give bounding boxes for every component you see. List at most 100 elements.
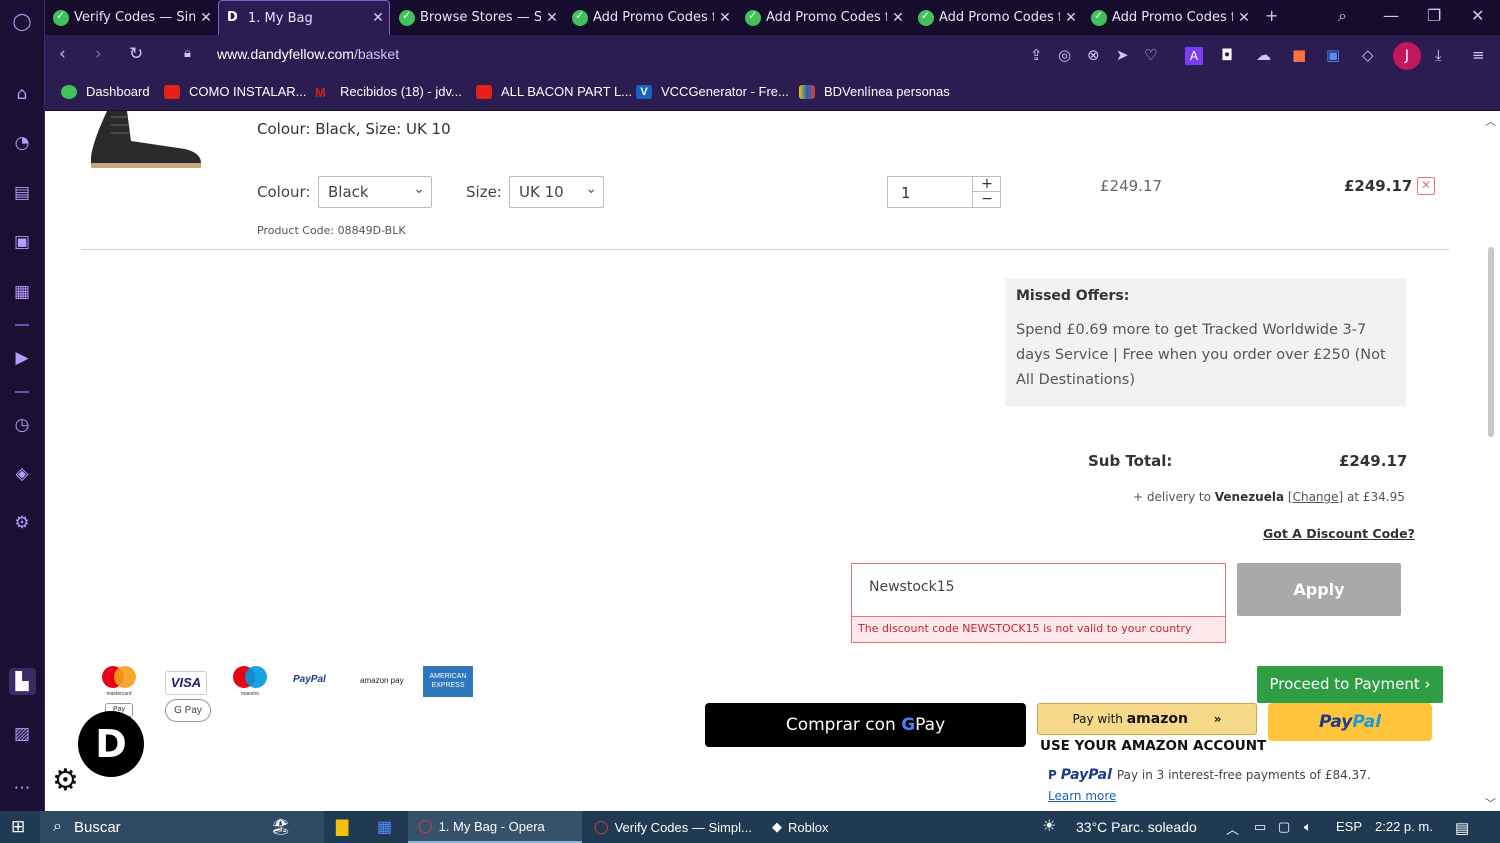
- tab-add-promo-4[interactable]: Add Promo Codes f ✕: [1083, 0, 1255, 35]
- discount-code-link[interactable]: Got A Discount Code?: [1263, 526, 1415, 541]
- heart-icon[interactable]: ♡: [1144, 46, 1157, 64]
- settings-icon[interactable]: ⚙: [11, 512, 33, 534]
- send-icon[interactable]: ➤: [1116, 46, 1129, 64]
- taskbar-app-roblox[interactable]: ◆ Roblox: [762, 811, 882, 843]
- tab-bar: Verify Codes — Sim ✕ D 1. My Bag ✕ Brows…: [45, 0, 1500, 35]
- snapshot-icon[interactable]: ◎: [1058, 46, 1071, 64]
- cloud-extension-icon[interactable]: ☁: [1256, 46, 1271, 64]
- bookmark-youtube-2[interactable]: ALL BACON PART L...: [476, 84, 632, 99]
- tab-add-promo-1[interactable]: Add Promo Codes f ✕: [564, 0, 736, 35]
- proceed-to-payment-button[interactable]: Proceed to Payment ›: [1257, 666, 1443, 703]
- size-select[interactable]: UK 10 ⌄: [509, 176, 604, 208]
- sidebar-app-icon[interactable]: ▙: [11, 671, 33, 693]
- colour-select[interactable]: Black ⌄: [318, 176, 432, 208]
- adblock-icon[interactable]: ⊗: [1087, 46, 1100, 64]
- quantity-input[interactable]: 1: [901, 184, 911, 202]
- taskbar-app-opera-bag[interactable]: ◯ 1. My Bag - Opera: [408, 811, 582, 843]
- share-icon[interactable]: ⇪: [1030, 46, 1043, 64]
- back-icon[interactable]: ‹: [59, 44, 66, 64]
- store-icon[interactable]: ▦: [377, 811, 392, 843]
- aria-extension-icon[interactable]: A: [1185, 47, 1203, 65]
- decrease-quantity-button[interactable]: −: [972, 192, 1001, 207]
- close-icon[interactable]: ✕: [1060, 10, 1082, 26]
- scroll-down-icon[interactable]: ﹀: [1485, 795, 1496, 811]
- reload-icon[interactable]: ↻: [129, 44, 143, 64]
- google-pay-button[interactable]: Comprar con GPay: [705, 703, 1026, 747]
- weather-text[interactable]: 33°C Parc. soleado: [1076, 819, 1197, 835]
- tab-my-bag[interactable]: D 1. My Bag ✕: [218, 0, 390, 35]
- speed-dial-icon[interactable]: ◔: [11, 132, 33, 154]
- more-icon[interactable]: ⋯: [11, 777, 33, 799]
- cube-icon[interactable]: ◈: [11, 463, 33, 485]
- download-icon[interactable]: ⤓: [1435, 46, 1442, 64]
- tray-chevron-icon[interactable]: ︿: [1226, 819, 1239, 838]
- network-device-icon[interactable]: ▭: [1254, 819, 1266, 835]
- language-indicator[interactable]: ESP: [1336, 819, 1362, 834]
- increase-quantity-button[interactable]: +: [972, 177, 1001, 192]
- easy-setup-icon[interactable]: ≡: [1472, 46, 1485, 64]
- bookmark-gmail[interactable]: M Recibidos (18) - jdv...: [315, 84, 462, 100]
- taskbar-app-opera-verify[interactable]: ◯ Verify Codes — Simpl...: [584, 811, 758, 843]
- discount-code-input[interactable]: Newstock15: [851, 563, 1226, 616]
- gear-icon[interactable]: ⚙: [52, 763, 79, 798]
- bookmark-vccgenerator[interactable]: V VCCGenerator - Fre...: [636, 84, 789, 99]
- twitch-icon[interactable]: ▣: [11, 231, 33, 253]
- subtotal-value: £249.17: [1339, 452, 1408, 470]
- forward-icon[interactable]: ›: [95, 44, 102, 64]
- paylater-text: Pay in 3 interest-free payments of £84.3…: [1116, 768, 1371, 782]
- notifications-icon[interactable]: ▤: [1455, 819, 1469, 837]
- close-icon[interactable]: ✕: [714, 10, 736, 26]
- verify-check-icon: [745, 9, 761, 26]
- tab-add-promo-2[interactable]: Add Promo Codes f ✕: [737, 0, 909, 35]
- taskbar-search[interactable]: ⌕ Buscar 🏖︎: [40, 811, 324, 843]
- bookmark-youtube-1[interactable]: COMO INSTALAR...: [164, 84, 307, 99]
- bookmark-bdv[interactable]: BDVenlínea personas: [799, 84, 950, 99]
- search-tabs-icon[interactable]: ⌕: [1338, 6, 1347, 26]
- url-field[interactable]: www.dandyfellow.com/basket: [217, 46, 399, 62]
- volume-icon[interactable]: 🔈︎: [1304, 819, 1312, 835]
- scroll-up-icon[interactable]: ︿: [1485, 113, 1496, 129]
- close-icon[interactable]: ✕: [1233, 10, 1255, 26]
- verify-check-icon: [572, 9, 588, 26]
- product-image[interactable]: [87, 111, 205, 169]
- tab-add-promo-3[interactable]: Add Promo Codes f ✕: [910, 0, 1082, 35]
- windows-start-icon[interactable]: ⊞: [11, 811, 25, 843]
- discount-error-message: The discount code NEWSTOCK15 is not vali…: [851, 616, 1226, 643]
- display-icon[interactable]: ▢: [1278, 819, 1290, 835]
- remove-item-icon[interactable]: ✕: [1417, 177, 1435, 195]
- close-icon[interactable]: ✕: [367, 10, 389, 26]
- opera-logo-icon[interactable]: ◯: [11, 11, 33, 33]
- translate-extension-icon[interactable]: ▣: [1326, 46, 1340, 64]
- close-icon[interactable]: ✕: [887, 10, 909, 26]
- file-explorer-icon[interactable]: ▇: [336, 811, 348, 843]
- new-tab-plus-icon[interactable]: +: [1265, 6, 1278, 25]
- tab-verify-codes[interactable]: Verify Codes — Sim ✕: [45, 0, 217, 35]
- dandy-fellow-logo[interactable]: D: [78, 711, 144, 777]
- window-close-icon[interactable]: ✕: [1471, 6, 1484, 25]
- gallery-icon[interactable]: ▨: [11, 723, 33, 745]
- learn-more-link[interactable]: Learn more: [1048, 789, 1116, 803]
- change-country-link[interactable]: Change: [1293, 490, 1339, 504]
- gamepad-icon[interactable]: ⌂: [11, 83, 33, 105]
- player-icon[interactable]: ▶: [11, 347, 33, 369]
- profile-avatar[interactable]: J: [1393, 42, 1421, 70]
- bdv-icon: [799, 84, 815, 99]
- robot-extension-icon[interactable]: ◘: [1221, 46, 1233, 64]
- box-extension-icon[interactable]: ◇: [1362, 46, 1374, 64]
- apply-discount-button[interactable]: Apply: [1237, 563, 1401, 616]
- close-icon[interactable]: ✕: [195, 10, 217, 26]
- tab-browse-stores[interactable]: Browse Stores — Si ✕: [391, 0, 563, 35]
- bookmark-dashboard[interactable]: Dashboard: [61, 84, 150, 99]
- scrollbar-thumb[interactable]: [1488, 247, 1494, 437]
- amazon-pay-button[interactable]: Pay with amazon »: [1037, 703, 1257, 735]
- maestro-icon: maestro: [233, 666, 267, 697]
- close-icon[interactable]: ✕: [541, 10, 563, 26]
- honey-extension-icon[interactable]: ■: [1292, 46, 1306, 64]
- shopping-icon[interactable]: ▤: [11, 182, 33, 204]
- history-icon[interactable]: ◷: [11, 414, 33, 436]
- extensions-icon[interactable]: ▦: [11, 281, 33, 303]
- minimize-icon[interactable]: —: [1383, 6, 1399, 25]
- paypal-button[interactable]: PayPal: [1268, 703, 1432, 741]
- restore-icon[interactable]: ❐: [1427, 6, 1441, 25]
- clock[interactable]: 2:22 p. m.: [1375, 819, 1433, 834]
